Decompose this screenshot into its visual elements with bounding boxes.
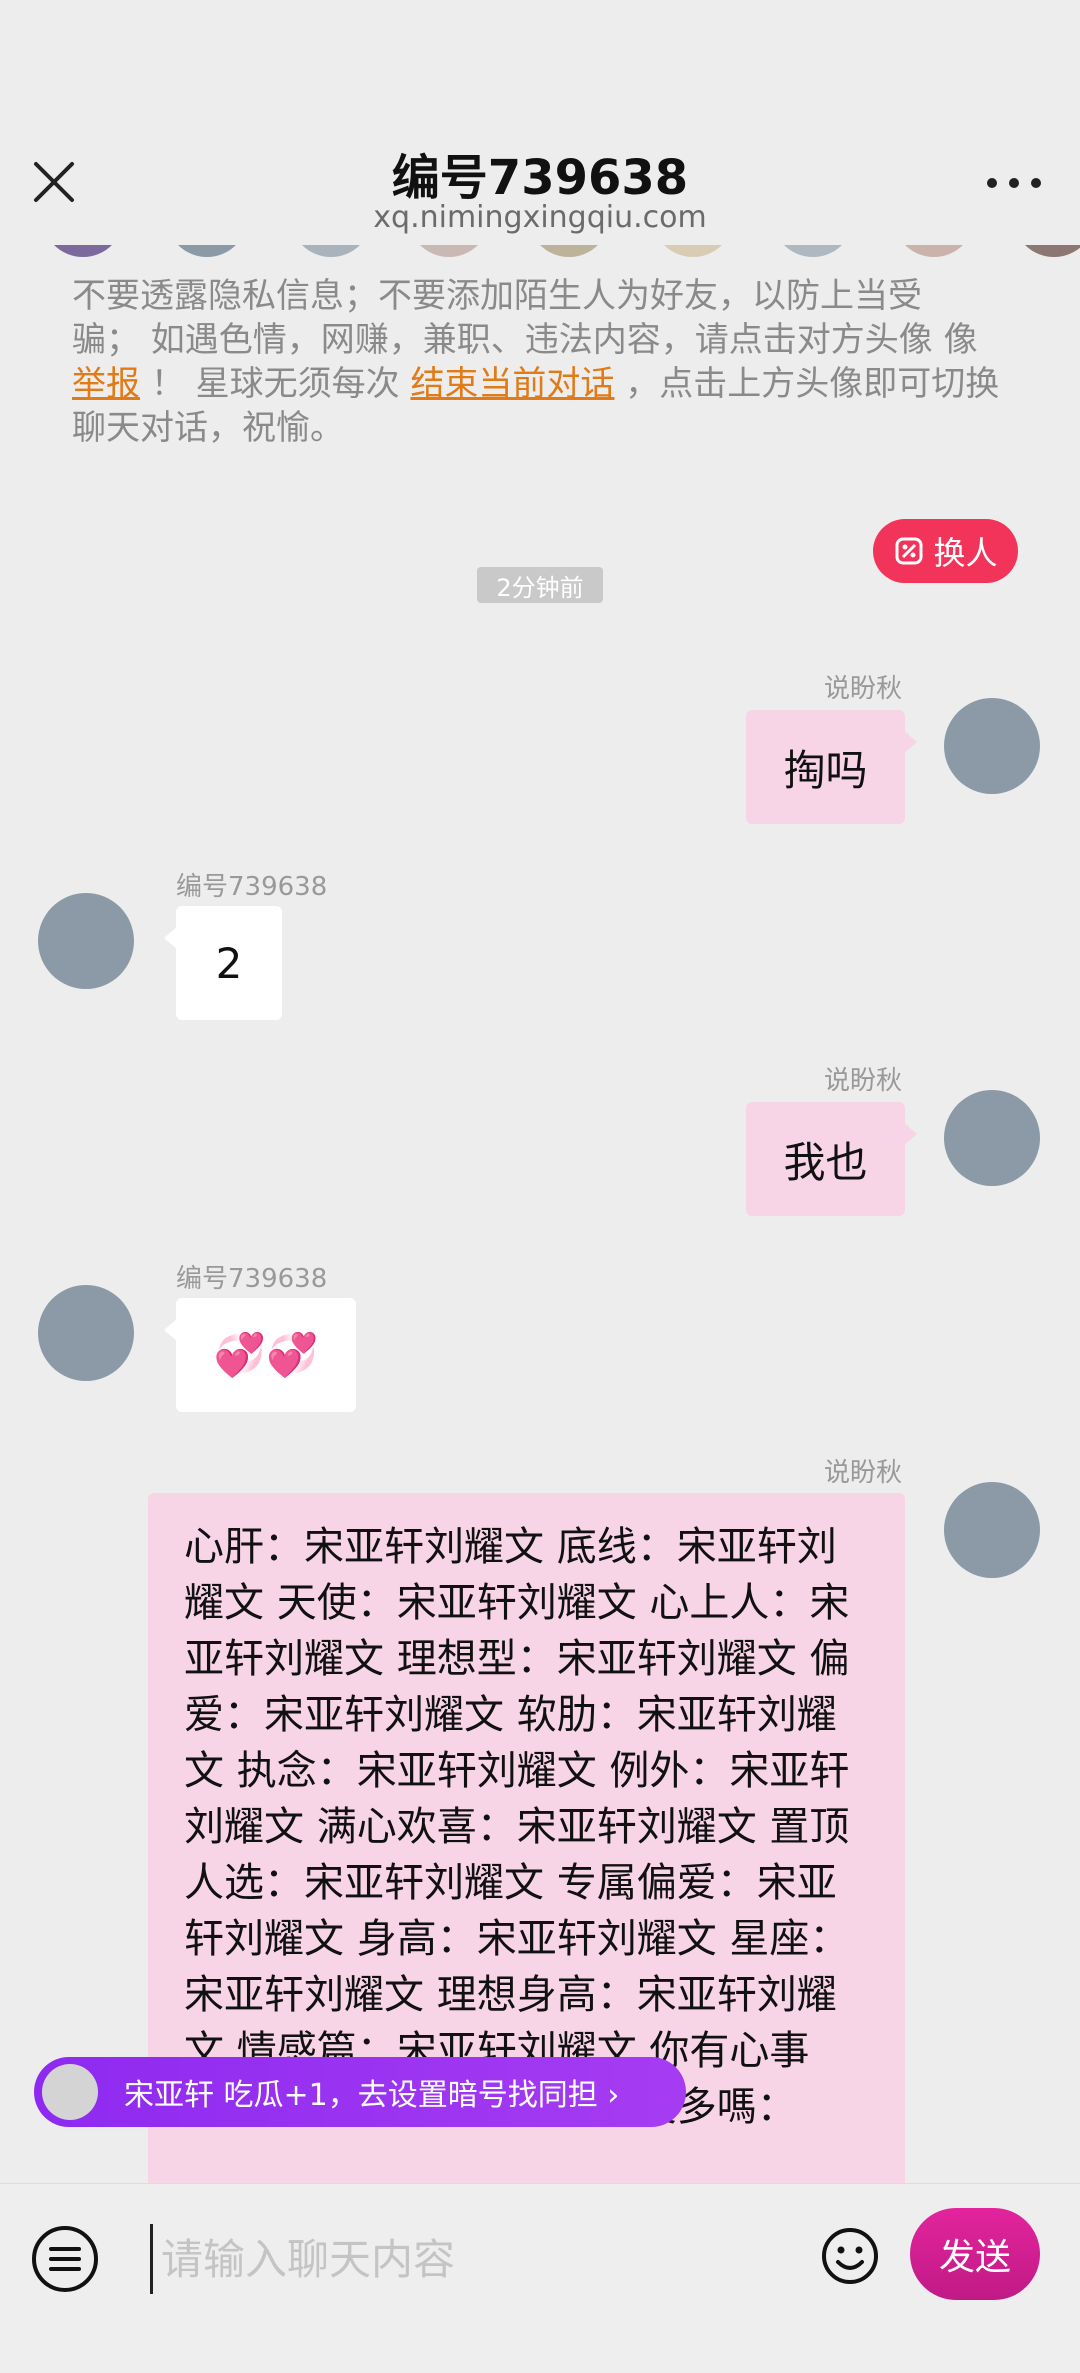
message-bubble[interactable]: 💞💞 <box>164 1298 356 1412</box>
avatar[interactable] <box>38 893 134 989</box>
notice-text: 骗； 如遇色情，网赚，兼职、违法内容，请点击对方头像 <box>72 320 933 360</box>
avatar[interactable] <box>944 1482 1040 1578</box>
sender-name: 编号739638 <box>176 1264 328 1294</box>
page-title: 编号739638 <box>391 150 689 206</box>
timestamp-badge: 2分钟前 <box>477 567 603 603</box>
report-link[interactable]: 举报 <box>72 364 140 404</box>
avatar[interactable] <box>944 1090 1040 1186</box>
page-subtitle-url: xq.nimingxingqiu.com <box>373 200 707 235</box>
safety-notice: 不要透露隐私信息；不要添加陌生人为好友，以防上当受 骗； 如遇色情，网赚，兼职、… <box>72 276 1012 450</box>
promo-banner[interactable]: 宋亚轩 吃瓜+1，去设置暗号找同担 › <box>34 2057 686 2127</box>
composer-bar: 发送 <box>0 2183 1080 2373</box>
swap-button-label: 换人 <box>933 534 998 572</box>
avatar[interactable] <box>944 698 1040 794</box>
swap-partner-button[interactable]: 换人 <box>873 519 1018 583</box>
sender-name: 编号739638 <box>176 872 328 902</box>
notice-text: 不要透露隐私信息；不要添加陌生人为好友，以防上当受 <box>72 276 922 316</box>
more-options-icon[interactable] <box>984 168 1044 198</box>
emoji-icon[interactable] <box>820 2226 880 2286</box>
end-conversation-link[interactable]: 结束当前对话 <box>410 364 614 404</box>
sender-name: 说盼秋 <box>824 1066 903 1096</box>
chat-input[interactable] <box>150 2224 790 2294</box>
menu-icon[interactable] <box>32 2226 98 2292</box>
sender-name: 说盼秋 <box>824 674 903 704</box>
avatar[interactable] <box>38 1285 134 1381</box>
notice-text: ！ 星球无须每次 <box>150 364 400 404</box>
promo-text: 宋亚轩 吃瓜+1，去设置暗号找同担 › <box>124 2078 620 2113</box>
message-bubble[interactable]: 掏吗 <box>746 710 917 824</box>
message-bubble[interactable]: 我也 <box>746 1102 917 1216</box>
sender-name: 说盼秋 <box>824 1458 903 1488</box>
top-navigation-bar: 编号739638 xq.nimingxingqiu.com <box>0 0 1080 245</box>
swap-icon <box>895 537 923 565</box>
send-button[interactable]: 发送 <box>910 2208 1040 2300</box>
message-bubble[interactable]: 2 <box>164 906 282 1020</box>
promo-avatar <box>42 2064 98 2120</box>
